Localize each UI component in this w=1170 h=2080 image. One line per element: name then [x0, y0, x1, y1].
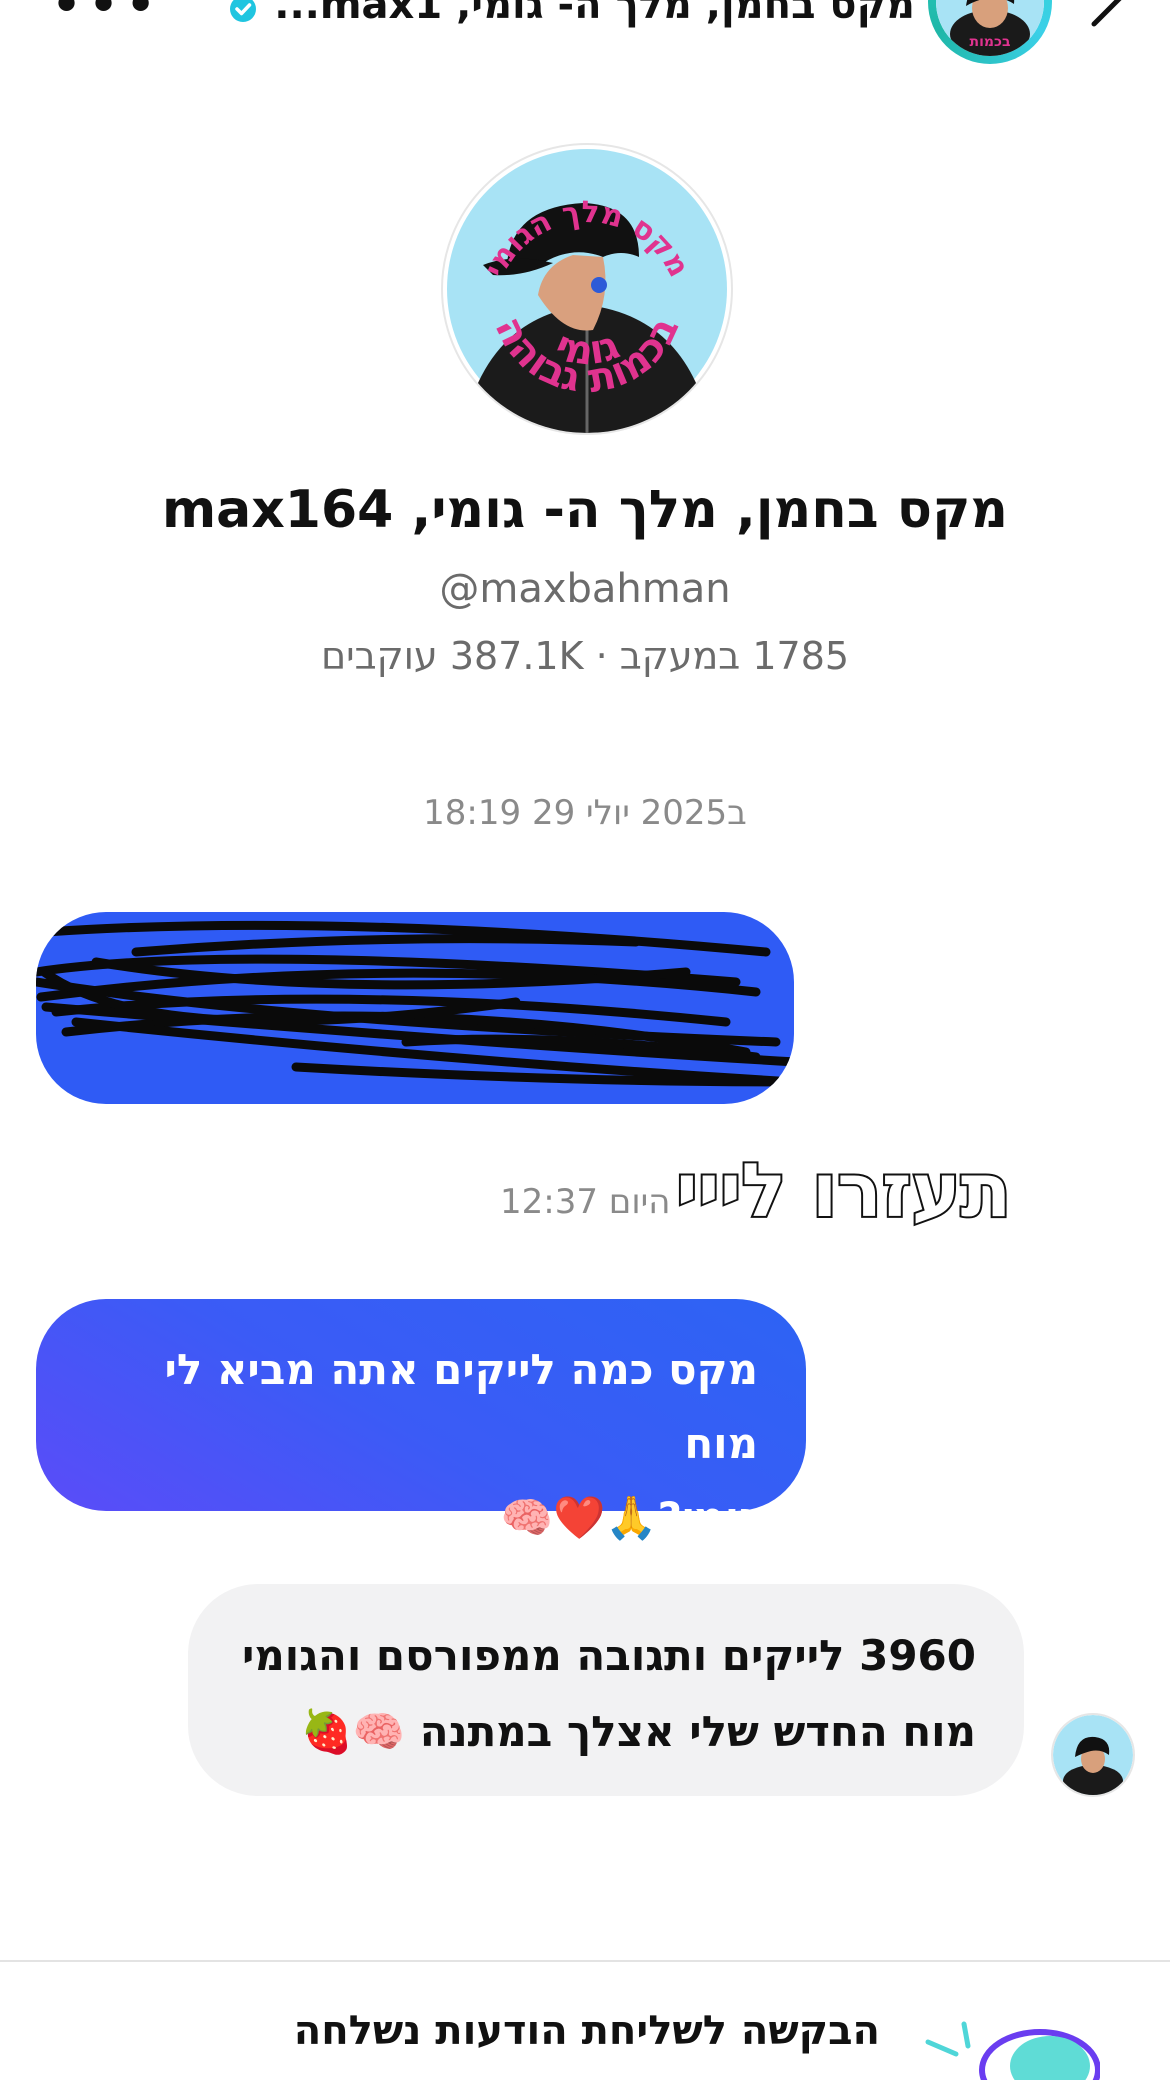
sender-avatar-image — [1053, 1715, 1133, 1795]
profile-handle: @maxbahman — [439, 566, 731, 612]
message-request-notice: הבקשה לשליחת הודעות נשלחה — [293, 2008, 880, 2054]
message-bubble-redacted[interactable] — [36, 912, 794, 1104]
redaction-scribble — [36, 920, 794, 1087]
message-text-line: מקס כמה לייקים אתה מביא לי מוח — [164, 1345, 758, 1468]
message-bubble-outgoing[interactable]: מקס כמה לייקים אתה מביא לי מוח גומי?🙏❤️🧠 — [36, 1299, 806, 1542]
message-request-illustration-icon — [925, 2021, 1100, 2080]
header-avatar-image: בכמות — [936, 0, 1044, 56]
sticker-message[interactable]: תעזרו לייי — [674, 1146, 1013, 1236]
message-text-line: גומי?🙏❤️🧠 — [500, 1493, 758, 1542]
chevron-back-icon[interactable] — [1080, 0, 1140, 34]
conversation-title[interactable]: מקס בחמן, מלך ה- גומי, max1... — [215, 0, 915, 28]
top-bar: ••• מקס בחמן, מלך ה- גומי, max1... בכמות — [0, 0, 1170, 70]
conversation-date-label: ב2025 יולי 29 18:19 — [423, 793, 747, 833]
profile-avatar[interactable]: מקס מלך הגומי גומי בכמות גבוהה — [441, 143, 733, 435]
profile-avatar-image: מקס מלך הגומי גומי בכמות גבוהה — [447, 149, 727, 433]
more-horizontal-icon[interactable]: ••• — [50, 0, 161, 34]
svg-text:בכמות: בכמות — [970, 34, 1011, 50]
message-text-line: 3960 לייקים ותגובה ממפורסם והגומי — [242, 1631, 976, 1680]
message-timestamp: היום 12:37 — [500, 1182, 671, 1222]
sender-avatar[interactable] — [1051, 1713, 1135, 1797]
profile-name[interactable]: מקס בחמן, מלך ה- גומי, max164 — [0, 480, 1170, 540]
header-avatar[interactable]: בכמות — [928, 0, 1052, 64]
message-text-line: מוח החדש שלי אצלך במתנה 🧠🍓 — [300, 1707, 977, 1756]
message-bubble-incoming[interactable]: 3960 לייקים ותגובה ממפורסם והגומי מוח הח… — [188, 1584, 1024, 1796]
divider — [0, 1960, 1170, 1962]
profile-stats: 1785 במעקב · 387.1K עוקבים — [320, 634, 850, 678]
